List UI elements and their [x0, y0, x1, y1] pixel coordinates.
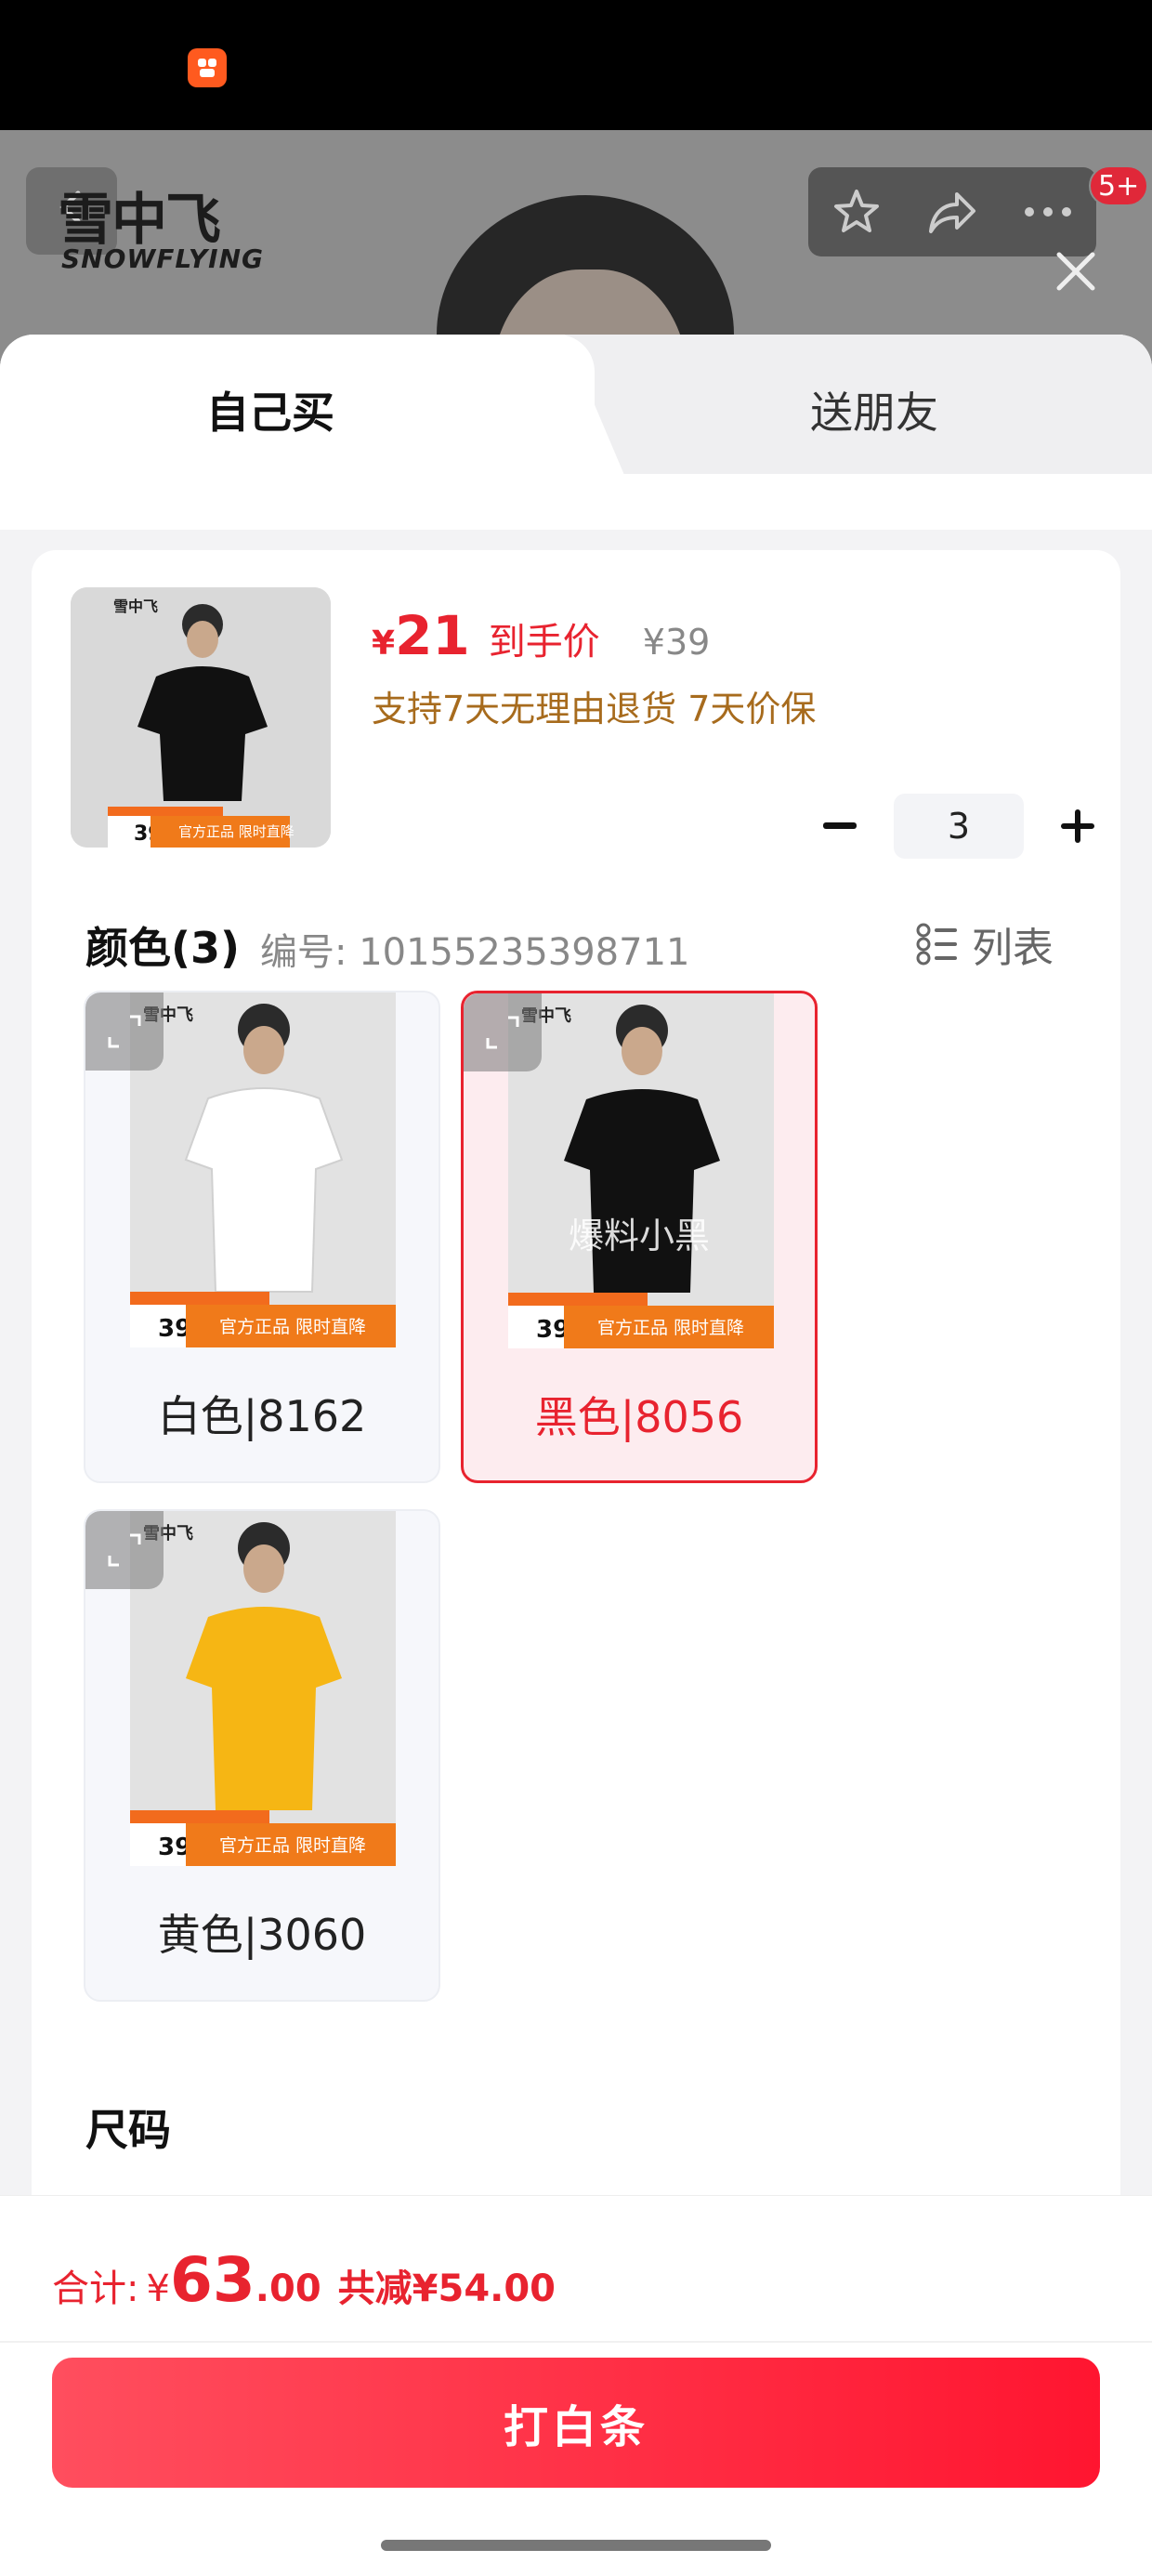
svg-text:官方正品 限时直降: 官方正品 限时直降	[219, 1835, 366, 1856]
price-currency: ¥	[372, 624, 396, 663]
color-section-title: 颜色(3)	[85, 923, 241, 973]
app-icon	[188, 48, 227, 87]
tab-gift-friend[interactable]: 送朋友	[810, 379, 938, 440]
color-option-image: 雪中飞 39 官方正品 限时直降	[130, 992, 396, 1347]
color-option-label: 黄色|3060	[157, 1910, 367, 1960]
size-section-title: 尺码	[85, 2105, 171, 2155]
tab-buy-for-self[interactable]: 自己买	[206, 379, 334, 440]
quantity-stepper: 3	[812, 794, 1106, 859]
svg-text:雪中飞: 雪中飞	[113, 598, 158, 615]
expand-image-button[interactable]	[85, 992, 164, 1071]
home-indicator[interactable]	[381, 2540, 771, 2551]
expand-icon	[108, 1533, 141, 1567]
list-toggle-label: 列表	[972, 925, 1054, 972]
baitiao-pay-button[interactable]: 打白条	[52, 2358, 1100, 2488]
color-option-watermark: 爆料小黑	[568, 1216, 710, 1256]
final-price: 21	[395, 604, 470, 667]
color-option-yellow[interactable]: 雪中飞 39 官方正品 限时直降 黄色|3060	[84, 1509, 440, 2002]
expand-image-button[interactable]	[85, 1511, 164, 1589]
close-icon[interactable]	[1046, 242, 1106, 301]
color-option-image: 雪中飞 39 官方正品 限时直降	[130, 1511, 396, 1866]
service-guarantee: 支持7天无理由退货 7天价保	[372, 689, 817, 729]
checkout-footer: 合计: ¥ 63 .00 共减¥54.00 打白条	[0, 2195, 1152, 2576]
final-price-label: 到手价	[488, 621, 600, 664]
expand-image-button[interactable]	[464, 993, 542, 1071]
list-view-toggle[interactable]: 列表	[916, 914, 1054, 974]
color-option-black[interactable]: 雪中飞 39 官方正品 限时直降 爆料小黑 黑色|8056	[461, 991, 818, 1483]
list-icon	[916, 923, 957, 966]
svg-text:官方正品 限时直降: 官方正品 限时直降	[178, 823, 295, 840]
star-icon[interactable]	[824, 179, 889, 244]
product-thumbnail[interactable]: 雪中飞 39 官方正品 限时直降	[71, 587, 331, 848]
quantity-input[interactable]: 3	[894, 794, 1024, 859]
more-icon[interactable]	[1015, 179, 1080, 244]
original-price: ¥39	[642, 622, 711, 663]
total-label: 合计:	[52, 2267, 139, 2310]
price-row: ¥ 21 到手价 ¥39	[372, 604, 710, 667]
sku-card: 雪中飞 39 官方正品 限时直降 ¥ 21 到手价 ¥39 支持7天无理由退货 …	[32, 550, 1120, 2409]
plus-icon	[1061, 809, 1094, 843]
total-amount-decimal: .00	[255, 2267, 321, 2310]
expand-icon	[486, 1016, 519, 1049]
sku-number: 编号: 10155235398711	[260, 931, 690, 974]
order-total: 合计: ¥ 63 .00 共减¥54.00	[52, 2244, 556, 2316]
total-discount: 共减¥54.00	[337, 2267, 556, 2310]
brand-logo-sub: SNOWFLYING	[61, 243, 265, 274]
purchase-tabs: 自己买 送朋友	[0, 335, 1152, 530]
status-bar	[0, 0, 1152, 130]
total-amount-integer: 63	[169, 2244, 255, 2316]
divider	[0, 2341, 1152, 2343]
quantity-decrease-button[interactable]	[812, 798, 868, 854]
quantity-increase-button[interactable]	[1050, 798, 1106, 854]
svg-text:官方正品 限时直降: 官方正品 限时直降	[597, 1318, 744, 1338]
color-option-label: 白色|8162	[157, 1391, 367, 1441]
color-option-image: 雪中飞 39 官方正品 限时直降	[508, 993, 774, 1348]
total-currency: ¥	[146, 2267, 170, 2310]
color-option-white[interactable]: 雪中飞 39 官方正品 限时直降 白色|8162	[84, 991, 440, 1483]
notification-badge: 5+	[1089, 165, 1149, 206]
svg-text:官方正品 限时直降: 官方正品 限时直降	[219, 1317, 366, 1337]
color-option-label: 黑色|8056	[534, 1392, 744, 1442]
minus-icon	[823, 822, 857, 829]
share-icon[interactable]	[920, 179, 985, 244]
expand-icon	[108, 1015, 141, 1048]
